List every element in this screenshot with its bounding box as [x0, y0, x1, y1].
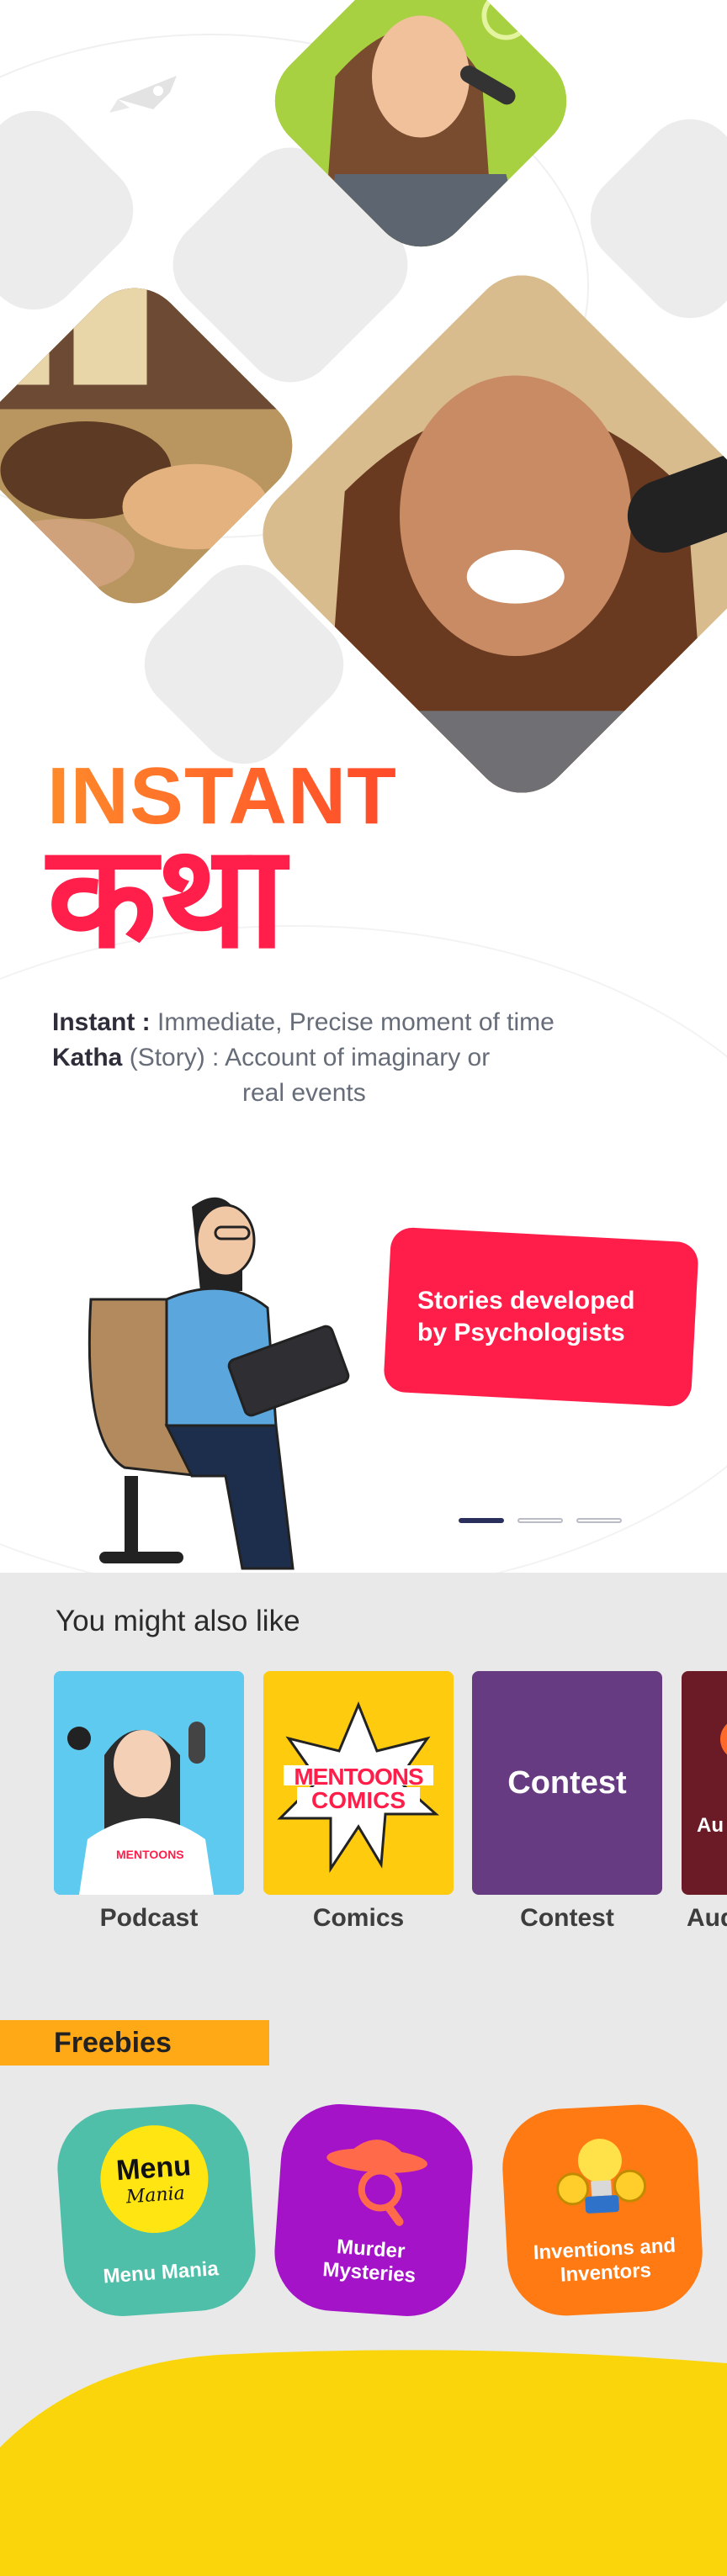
definition-term: Katha	[52, 1044, 123, 1071]
card-label-comics[interactable]: Comics	[263, 1904, 454, 1933]
freebie-label-menu-mania: Menu Mania	[102, 2257, 220, 2288]
footer-wave	[0, 2350, 727, 2576]
menu-mania-badge-title: Menu	[114, 2150, 193, 2187]
carousel-indicators[interactable]	[459, 1518, 622, 1523]
freebies-title: Freebies	[54, 2026, 172, 2059]
hero-section: INSTANT कथा Instant : Immediate, Precise…	[0, 0, 727, 1573]
definition-meaning-cont: real events	[242, 1079, 366, 1107]
lightbulb-icon	[556, 2139, 647, 2214]
carousel-caption: Stories developed by Psychologists	[417, 1287, 635, 1346]
podcast-art	[54, 1671, 244, 1895]
definition-katha: Katha (Story) : Account of imaginary or …	[52, 1040, 555, 1111]
freebie-label-inventions: Inventions and Inventors	[533, 2234, 677, 2287]
definition-term: Instant :	[52, 1008, 151, 1036]
card-contest[interactable]: Contest	[472, 1671, 662, 1895]
freebies-header: Freebies	[0, 2020, 269, 2066]
menu-mania-badge-sub: Mania	[125, 2182, 186, 2208]
card-podcast[interactable]: MENTOONS	[54, 1671, 244, 1895]
page: INSTANT कथा Instant : Immediate, Precise…	[0, 0, 727, 2576]
definition-instant: Instant : Immediate, Precise moment of t…	[52, 1005, 555, 1040]
psychologist-illustration	[88, 1197, 350, 1570]
comics-art-title-2: COMICS	[311, 1787, 406, 1813]
carousel-indicator[interactable]	[517, 1518, 563, 1523]
carousel-indicator[interactable]	[576, 1518, 622, 1523]
definition-term-note: (Story) :	[129, 1044, 220, 1071]
definition-meaning: Account of imaginary or	[225, 1044, 491, 1071]
menu-mania-badge: Menu Mania	[97, 2121, 212, 2237]
ghost-tile	[570, 99, 727, 338]
hero-title-katha: कथा	[47, 814, 286, 981]
detective-icon	[326, 2140, 427, 2226]
card-label-podcast[interactable]: Podcast	[54, 1904, 244, 1933]
carousel-indicator[interactable]	[459, 1518, 504, 1523]
contest-art-text: Contest	[507, 1764, 627, 1801]
podcast-badge: MENTOONS	[116, 1848, 184, 1861]
card-label-contest[interactable]: Contest	[472, 1904, 662, 1933]
definition-meaning: Immediate, Precise moment of time	[157, 1008, 555, 1036]
card-audio[interactable]: Au	[682, 1671, 727, 1895]
freebie-label-murder-mysteries: Murder Mysteries	[321, 2235, 417, 2288]
card-label-audio[interactable]: Aud	[682, 1904, 727, 1933]
freebie-inventions[interactable]: Inventions and Inventors	[499, 2102, 706, 2319]
audio-art-text: Au	[697, 1814, 724, 1837]
audio-icon	[720, 1718, 727, 1760]
freebie-murder-mysteries[interactable]: Murder Mysteries	[270, 2100, 477, 2320]
freebie-menu-mania[interactable]: Menu Mania Menu Mania	[53, 2100, 260, 2320]
rocket-icon	[109, 76, 177, 113]
card-comics[interactable]: MENTOONS COMICS	[263, 1671, 454, 1895]
carousel-caption-card: Stories developed by Psychologists	[383, 1226, 699, 1408]
recommendations-title: You might also like	[56, 1605, 300, 1637]
hero-definitions: Instant : Immediate, Precise moment of t…	[52, 1005, 555, 1111]
